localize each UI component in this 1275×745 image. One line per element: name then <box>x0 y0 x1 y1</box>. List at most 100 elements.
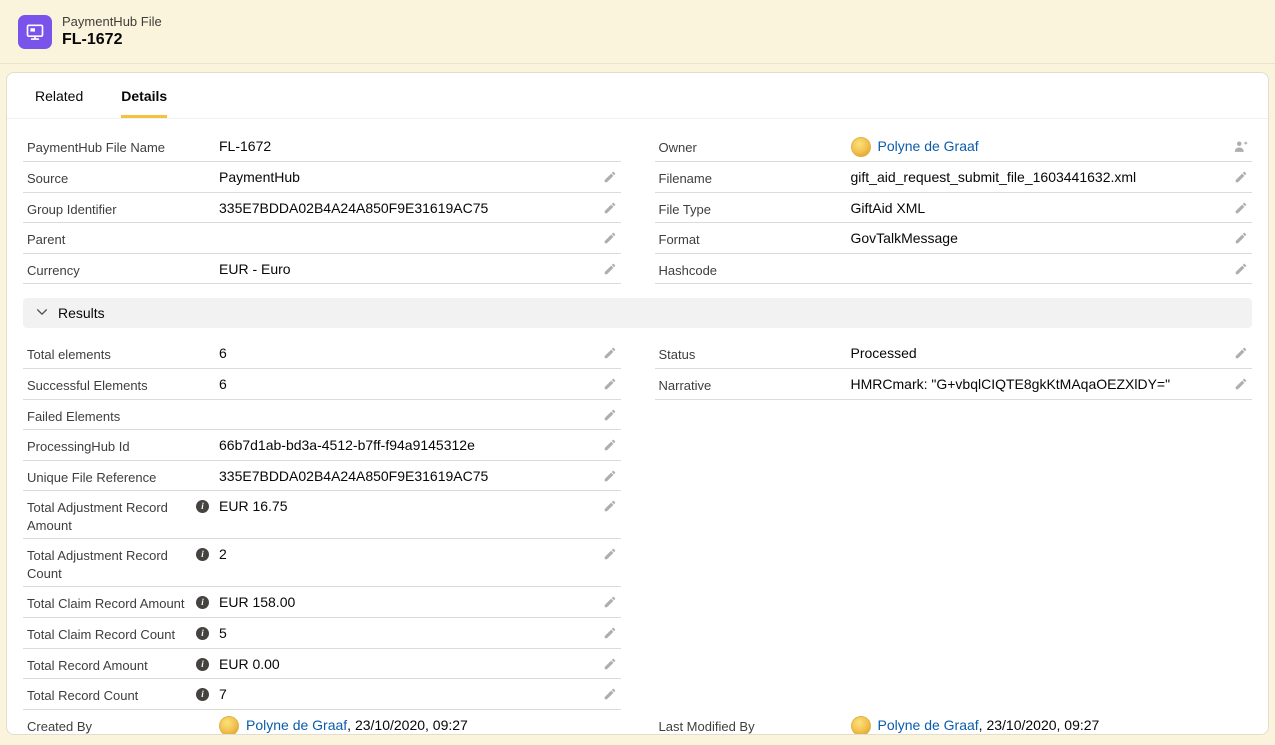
info-icon[interactable]: i <box>196 658 209 671</box>
edit-processinghub-id-button[interactable] <box>603 438 617 454</box>
user-link-created-by[interactable]: Polyne de Graaf <box>246 716 347 735</box>
edit-currency-button[interactable] <box>603 262 617 278</box>
edit-pencil-icon <box>603 438 617 452</box>
field-filename: Filenamegift_aid_request_submit_file_160… <box>655 162 1253 193</box>
edit-pencil-icon <box>603 408 617 422</box>
user-link-owner[interactable]: Polyne de Graaf <box>878 137 979 157</box>
field-total-elements: Total elements6 <box>23 338 621 369</box>
field-value-total-claim-record-count: 5 <box>219 623 593 644</box>
field-value-hashcode <box>851 259 1225 260</box>
empty-cell <box>655 461 1253 492</box>
edit-source-button[interactable] <box>603 170 617 186</box>
edit-total-elements-button[interactable] <box>603 346 617 362</box>
field-label-paymenthub-file-name: PaymentHub File Name <box>27 136 219 157</box>
user-timestamp: , 23/10/2020, 09:27 <box>347 716 468 735</box>
tab-related[interactable]: Related <box>35 73 83 118</box>
edit-total-record-amount-button[interactable] <box>603 657 617 673</box>
edit-pencil-icon <box>603 346 617 360</box>
field-group-identifier: Group Identifier335E7BDDA02B4A24A850F9E3… <box>23 193 621 224</box>
info-icon[interactable]: i <box>196 627 209 640</box>
field-label-source: Source <box>27 167 219 188</box>
field-label-owner: Owner <box>659 136 851 157</box>
entity-label: PaymentHub File <box>62 14 162 29</box>
tab-details[interactable]: Details <box>121 73 167 118</box>
field-value-total-adjustment-record-count: 2 <box>219 544 593 565</box>
edit-pencil-icon <box>603 547 617 561</box>
field-last-modified-by: Last Modified ByPolyne de Graaf, 23/10/2… <box>655 710 1253 735</box>
field-row: Total Record AmountiEUR 0.00 <box>23 649 1252 680</box>
field-value-parent <box>219 228 593 229</box>
field-file-type: File TypeGiftAid XML <box>655 193 1253 224</box>
edit-total-adjustment-record-amount-button[interactable] <box>603 499 617 515</box>
field-value-currency: EUR - Euro <box>219 259 593 280</box>
empty-cell <box>655 587 1253 618</box>
field-row: Total Adjustment Record Counti2 <box>23 539 1252 587</box>
field-label-successful-elements: Successful Elements <box>27 374 219 395</box>
field-format: FormatGovTalkMessage <box>655 223 1253 254</box>
edit-pencil-icon <box>1234 231 1248 245</box>
field-row: Unique File Reference335E7BDDA02B4A24A85… <box>23 461 1252 492</box>
change-owner-button[interactable] <box>1233 139 1248 156</box>
edit-unique-file-reference-button[interactable] <box>603 469 617 485</box>
field-status: StatusProcessed <box>655 338 1253 369</box>
edit-total-record-count-button[interactable] <box>603 687 617 703</box>
field-total-claim-record-count: Total Claim Record Counti5 <box>23 618 621 649</box>
edit-pencil-icon <box>603 201 617 215</box>
edit-format-button[interactable] <box>1234 231 1248 247</box>
edit-hashcode-button[interactable] <box>1234 262 1248 278</box>
field-row: Total Record Counti7 <box>23 679 1252 710</box>
empty-cell <box>655 539 1253 587</box>
edit-total-claim-record-amount-button[interactable] <box>603 595 617 611</box>
field-failed-elements: Failed Elements <box>23 400 621 431</box>
edit-pencil-icon <box>603 469 617 483</box>
field-value-total-adjustment-record-amount: EUR 16.75 <box>219 496 593 517</box>
field-successful-elements: Successful Elements6 <box>23 369 621 400</box>
edit-total-claim-record-count-button[interactable] <box>603 626 617 642</box>
edit-pencil-icon <box>603 231 617 245</box>
edit-narrative-button[interactable] <box>1234 377 1248 393</box>
field-label-processinghub-id: ProcessingHub Id <box>27 435 219 456</box>
field-value-paymenthub-file-name: FL-1672 <box>219 136 593 157</box>
edit-pencil-icon <box>603 262 617 276</box>
field-row: Total Claim Record AmountiEUR 158.00 <box>23 587 1252 618</box>
edit-pencil-icon <box>603 657 617 671</box>
edit-status-button[interactable] <box>1234 346 1248 362</box>
field-value-successful-elements: 6 <box>219 374 593 395</box>
avatar <box>851 716 871 735</box>
edit-file-type-button[interactable] <box>1234 201 1248 217</box>
info-icon[interactable]: i <box>196 596 209 609</box>
field-row: Parent FormatGovTalkMessage <box>23 223 1252 254</box>
field-label-total-elements: Total elements <box>27 343 219 364</box>
field-label-total-claim-record-amount: Total Claim Record Amounti <box>27 592 219 613</box>
field-paymenthub-file-name: PaymentHub File NameFL-1672 <box>23 131 621 162</box>
section-title: Results <box>58 305 105 321</box>
edit-group-identifier-button[interactable] <box>603 201 617 217</box>
edit-failed-elements-button[interactable] <box>603 408 617 424</box>
info-icon[interactable]: i <box>196 688 209 701</box>
field-label-total-adjustment-record-amount: Total Adjustment Record Amounti <box>27 496 219 534</box>
field-label-group-identifier: Group Identifier <box>27 198 219 219</box>
user-link-last-modified-by[interactable]: Polyne de Graaf <box>878 716 979 735</box>
field-label-parent: Parent <box>27 228 219 249</box>
field-label-last-modified-by: Last Modified By <box>659 715 851 735</box>
field-label-hashcode: Hashcode <box>659 259 851 280</box>
edit-pencil-icon <box>1234 170 1248 184</box>
info-icon[interactable]: i <box>196 500 209 513</box>
field-label-status: Status <box>659 343 851 364</box>
edit-filename-button[interactable] <box>1234 170 1248 186</box>
field-row: CurrencyEUR - EuroHashcode <box>23 254 1252 285</box>
edit-parent-button[interactable] <box>603 231 617 247</box>
change-owner-icon <box>1233 139 1248 154</box>
field-hashcode: Hashcode <box>655 254 1253 285</box>
field-label-total-record-amount: Total Record Amounti <box>27 654 219 675</box>
edit-successful-elements-button[interactable] <box>603 377 617 393</box>
section-header-results[interactable]: Results <box>23 298 1252 328</box>
info-icon[interactable]: i <box>196 548 209 561</box>
field-label-failed-elements: Failed Elements <box>27 405 219 426</box>
field-value-owner: Polyne de Graaf <box>851 136 1225 157</box>
field-label-file-type: File Type <box>659 198 851 219</box>
field-total-record-count: Total Record Counti7 <box>23 679 621 710</box>
edit-pencil-icon <box>603 626 617 640</box>
edit-total-adjustment-record-count-button[interactable] <box>603 547 617 563</box>
field-value-total-claim-record-amount: EUR 158.00 <box>219 592 593 613</box>
